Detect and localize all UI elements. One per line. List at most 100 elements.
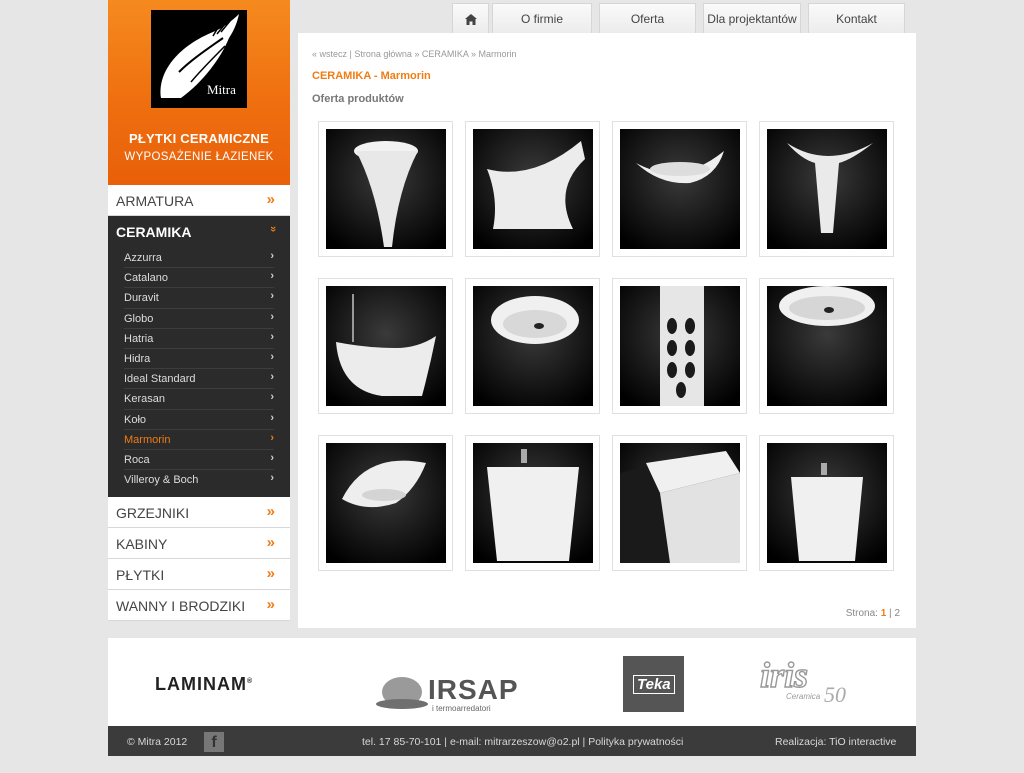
- facebook-icon[interactable]: f: [204, 732, 224, 752]
- subnav-item-villeroy-boch[interactable]: Villeroy & Boch ›: [124, 470, 274, 490]
- product-image: [326, 129, 446, 249]
- product-thumbnail[interactable]: [465, 435, 600, 571]
- subnav-item-label: Azzurra: [124, 252, 162, 264]
- subnav-item-label: Roca: [124, 453, 150, 466]
- iris-ceramica-logo[interactable]: iris Ceramica 50: [759, 654, 860, 714]
- nav-item-grzejniki[interactable]: GRZEJNIKI »: [108, 497, 290, 528]
- subnav-item-ideal-standard[interactable]: Ideal Standard ›: [124, 369, 274, 390]
- nav-item-label: GRZEJNIKI: [116, 505, 190, 521]
- double-chevron-right-icon: »: [266, 191, 275, 208]
- laminam-logo[interactable]: LAMINAM®: [155, 674, 253, 695]
- subnav-item-marmorin[interactable]: Marmorin ›: [124, 430, 274, 450]
- tab-kontakt[interactable]: Kontakt: [808, 3, 905, 33]
- product-image: [620, 286, 740, 406]
- subnav-item-label: Kerasan: [124, 393, 165, 406]
- iris-logo-subtext: Ceramica: [786, 692, 821, 701]
- subnav-item-koło[interactable]: Koło ›: [124, 410, 274, 430]
- chevron-right-icon: ›: [270, 330, 274, 343]
- product-thumbnail[interactable]: [612, 278, 747, 414]
- subnav-item-label: Villeroy & Boch: [124, 474, 199, 487]
- pagination: Stronа: 1 | 2: [846, 608, 900, 619]
- nav-item-plytki[interactable]: PŁYTKI »: [108, 559, 290, 590]
- partner-logos: LAMINAM® IRSAP i termoarredatori Teka ir…: [108, 638, 916, 726]
- product-thumbnail[interactable]: [318, 278, 453, 414]
- chevron-right-icon: ›: [270, 310, 274, 323]
- nav-item-wanny-i-brodziki[interactable]: WANNY I BRODZIKI »: [108, 590, 290, 621]
- product-thumbnail[interactable]: [612, 121, 747, 257]
- subnav-item-catalano[interactable]: Catalano ›: [124, 268, 274, 289]
- subnav-item-duravit[interactable]: Duravit ›: [124, 288, 274, 309]
- mitra-logo[interactable]: Mitra: [151, 10, 247, 108]
- product-thumbnail[interactable]: [759, 121, 894, 257]
- back-link[interactable]: « wstecz: [312, 49, 347, 59]
- nav-item-kabiny[interactable]: KABINY »: [108, 528, 290, 559]
- subnav-item-hidra[interactable]: Hidra ›: [124, 349, 274, 370]
- pagination-label: Stronа:: [845, 608, 878, 619]
- credit-text[interactable]: Realizacja: TiO interactive: [775, 736, 896, 748]
- subnav-item-label: Globo: [124, 312, 154, 325]
- subnav-item-azzurra[interactable]: Azzurra ›: [124, 248, 274, 269]
- chevron-right-icon: ›: [270, 270, 274, 283]
- category-nav: ARMATURA » CERAMIKA » Azzurra › Catalano › D…: [108, 185, 290, 621]
- product-image: [767, 286, 887, 406]
- product-thumbnail[interactable]: [318, 121, 453, 257]
- breadcrumb-category[interactable]: CERAMIKA: [422, 49, 469, 59]
- breadcrumb-current: Marmorin: [478, 49, 517, 59]
- chevron-right-icon: ›: [270, 371, 274, 384]
- product-image: [473, 129, 593, 249]
- subnav-item-label: Hidra: [124, 352, 151, 365]
- contact-info[interactable]: tel. 17 85-70-101 | e-mail: mitrarzeszow…: [362, 736, 683, 748]
- subnav-item-roca[interactable]: Roca ›: [124, 450, 274, 471]
- home-icon: [465, 14, 477, 25]
- nav-item-label: WANNY I BRODZIKI: [116, 598, 246, 614]
- double-chevron-right-icon: »: [266, 503, 275, 520]
- chevron-right-icon: ›: [270, 472, 274, 485]
- product-thumbnail[interactable]: [465, 278, 600, 414]
- subnav-item-label: Marmorin: [124, 433, 171, 446]
- product-image: [620, 443, 740, 563]
- irsap-logo-subtext: i termoarredatori: [432, 704, 491, 713]
- product-image: [473, 286, 593, 406]
- irsap-logo[interactable]: IRSAP i termoarredatori: [376, 674, 556, 714]
- product-thumbnail[interactable]: [612, 435, 747, 571]
- tab-home[interactable]: [452, 3, 489, 33]
- subnav-item-kerasan[interactable]: Kerasan ›: [124, 389, 274, 410]
- product-image: [473, 443, 593, 563]
- tagline-secondary: WYPOSAŻENIE ŁAZIENEK: [124, 151, 274, 163]
- tab-o-firmie[interactable]: O firmie: [492, 3, 592, 33]
- chevron-right-icon: ›: [270, 431, 274, 444]
- subnav-item-globo[interactable]: Globo ›: [124, 309, 274, 329]
- tab-oferta[interactable]: Oferta: [599, 3, 696, 33]
- chevron-right-icon: ›: [270, 350, 274, 363]
- ceramika-subnav: Azzurra › Catalano › Duravit › Globo › Hatria › Hi…: [108, 248, 290, 490]
- double-chevron-right-icon: »: [266, 596, 275, 613]
- site-footer: © Mitra 2012 f tel. 17 85-70-101 | e-mai…: [108, 726, 916, 756]
- nav-item-armatura[interactable]: ARMATURA »: [108, 185, 290, 216]
- breadcrumb-home[interactable]: Strona główna: [354, 49, 412, 59]
- teka-logo[interactable]: Teka: [623, 656, 684, 712]
- nav-item-label: PŁYTKI: [116, 567, 165, 583]
- iris-logo-text: iris: [759, 654, 809, 695]
- subnav-item-label: Duravit: [124, 292, 159, 305]
- product-thumbnail[interactable]: [318, 435, 453, 571]
- chevron-right-icon: ›: [270, 411, 274, 424]
- logo-brand-text: Mitra: [207, 82, 236, 97]
- irsap-logo-text: IRSAP: [428, 674, 519, 705]
- double-chevron-right-icon: »: [266, 534, 275, 551]
- product-thumbnail[interactable]: [759, 278, 894, 414]
- tab-dla-projektantow[interactable]: Dla projektantów: [703, 3, 801, 33]
- iris-logo-number: 50: [824, 682, 846, 707]
- chevron-right-icon: ›: [270, 290, 274, 303]
- breadcrumb-separator: »: [411, 49, 422, 59]
- product-thumbnail[interactable]: [759, 435, 894, 571]
- subnav-item-label: Ideal Standard: [124, 373, 196, 386]
- product-image: [767, 129, 887, 249]
- nav-item-ceramika-header[interactable]: CERAMIKA »: [108, 216, 290, 248]
- subnav-item-label: Koło: [124, 413, 147, 426]
- double-chevron-right-icon: »: [266, 565, 275, 582]
- copyright-text: © Mitra 2012: [127, 736, 188, 748]
- nav-item-ceramika: CERAMIKA » Azzurra › Catalano › Duravit › Glob…: [108, 216, 290, 497]
- subnav-item-hatria[interactable]: Hatria ›: [124, 329, 274, 349]
- pagination-page-2[interactable]: 2: [894, 608, 900, 619]
- product-thumbnail[interactable]: [465, 121, 600, 257]
